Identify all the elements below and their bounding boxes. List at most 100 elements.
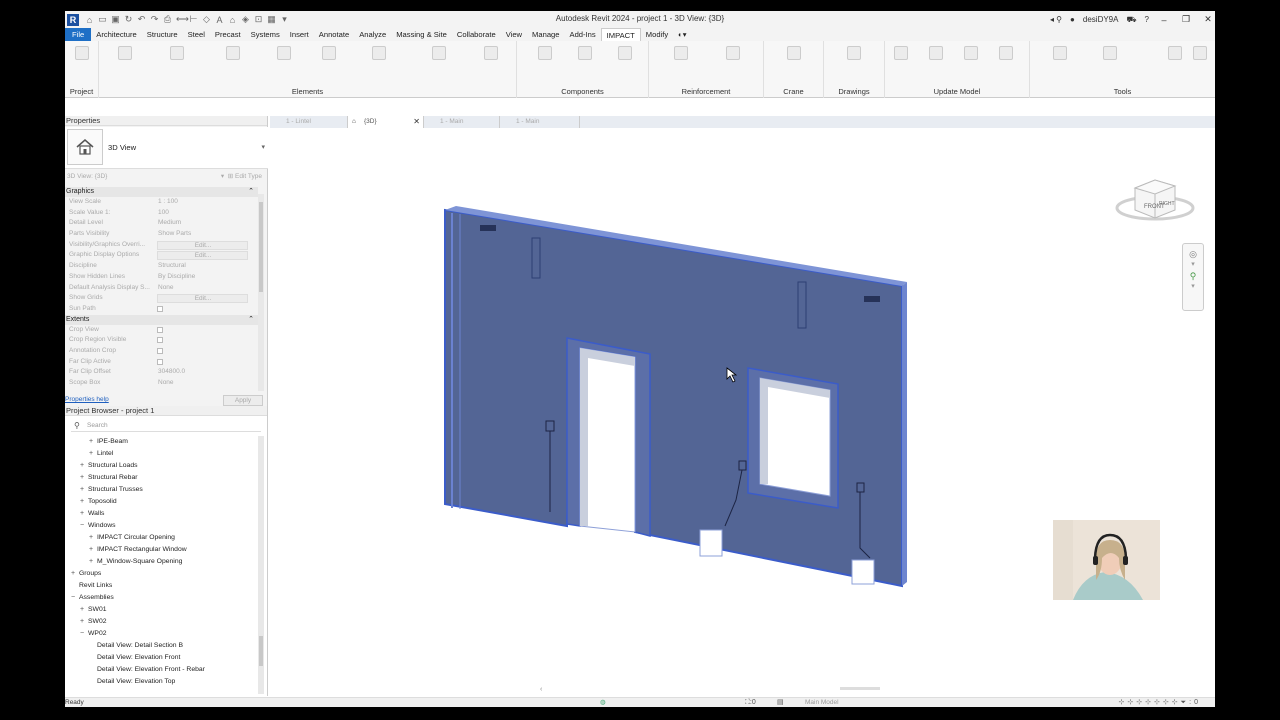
browser-tree-node[interactable]: + Toposolid — [65, 496, 260, 508]
chevron-down-icon[interactable]: ▾ — [261, 143, 265, 151]
tools-tool-button[interactable] — [1090, 46, 1130, 64]
browser-tree-node[interactable]: + IMPACT Rectangular Window — [65, 544, 260, 556]
worksharing-icon[interactable]: ◍ — [600, 698, 606, 707]
binoculars-icon[interactable]: ◂ ⚲ — [1050, 15, 1062, 24]
open-icon[interactable]: ▭ — [98, 14, 107, 25]
view-tab[interactable]: 1 - Lintel — [270, 116, 348, 128]
browser-tree-node[interactable]: + Groups — [65, 568, 260, 580]
property-row[interactable]: View Scale 1 : 100 — [65, 197, 258, 208]
section-extents[interactable]: Extents ⌃ — [65, 314, 258, 325]
tab-massing-site[interactable]: Massing & Site — [391, 28, 452, 41]
browser-tree-node[interactable]: Detail View: Elevation Front - Rebar — [65, 664, 260, 676]
property-row[interactable]: Scope Box None — [65, 378, 258, 389]
tab-collaborate[interactable]: Collaborate — [452, 28, 501, 41]
tab-manage[interactable]: Manage — [527, 28, 564, 41]
dimension-icon[interactable]: ⊢ — [189, 14, 198, 25]
tools-tool-button[interactable] — [1180, 46, 1215, 64]
browser-tree-node[interactable]: + IMPACT Circular Opening — [65, 532, 260, 544]
zoom-icon[interactable]: ⚲ — [1183, 271, 1203, 282]
tab-analyze[interactable]: Analyze — [354, 28, 391, 41]
viewcube[interactable]: FRONT RIGHT — [1110, 168, 1200, 228]
expand-icon[interactable]: + — [78, 460, 86, 472]
tab-insert[interactable]: Insert — [285, 28, 314, 41]
browser-tree-node[interactable]: Detail View: Elevation Top — [65, 676, 260, 688]
expand-icon[interactable]: + — [87, 448, 95, 460]
redo-icon[interactable]: ↷ — [150, 14, 159, 25]
collapse-icon[interactable]: − — [78, 520, 86, 532]
tab-impact[interactable]: IMPACT — [600, 28, 641, 41]
cart-icon[interactable]: ⛟ — [1126, 15, 1136, 25]
edit-button[interactable]: Edit... — [157, 240, 248, 250]
properties-help-link[interactable]: Properties help — [65, 396, 109, 403]
property-row[interactable]: Crop View — [65, 325, 258, 336]
browser-tree-node[interactable]: + Structural Loads — [65, 460, 260, 472]
property-row[interactable]: Show Hidden Lines By Discipline — [65, 272, 258, 283]
update-tool-button[interactable] — [986, 46, 1026, 64]
measure-icon[interactable]: ⟷ — [176, 14, 189, 25]
tab-modify[interactable]: Modify — [641, 28, 673, 41]
tab-add-ins[interactable]: Add-Ins — [565, 28, 601, 41]
element-tool-button[interactable] — [105, 46, 145, 64]
collapse-icon[interactable]: − — [78, 628, 86, 640]
browser-tree-node[interactable]: − Windows — [65, 520, 260, 532]
tab-architecture[interactable]: Architecture — [91, 28, 142, 41]
property-row[interactable]: Parts Visibility Show Parts — [65, 229, 258, 240]
element-tool-button[interactable] — [264, 46, 304, 64]
browser-tree-node[interactable]: + Structural Rebar — [65, 472, 260, 484]
edit-button[interactable]: Edit... — [157, 294, 248, 304]
browser-tree-node[interactable]: Detail View: Elevation Front — [65, 652, 260, 664]
component-tool-button[interactable] — [565, 46, 605, 64]
expand-icon[interactable]: + — [87, 436, 95, 448]
type-selector[interactable]: 3D View ▾ — [65, 127, 268, 169]
properties-scrollbar[interactable] — [258, 194, 264, 391]
steering-wheel-icon[interactable]: ◎ — [1183, 249, 1203, 260]
design-options-icon[interactable]: ▤ — [777, 698, 784, 707]
update-tool-button[interactable] — [951, 46, 991, 64]
selection-filter-icons[interactable]: ⊹⊹⊹⊹⊹⊹⊹⏷:0 — [1119, 698, 1202, 707]
3d-view-icon[interactable]: ⌂ — [228, 15, 237, 25]
chevron-down-icon[interactable]: ▾ — [1183, 282, 1203, 290]
collapse-icon[interactable]: − — [69, 592, 77, 604]
property-row[interactable]: Crop Region Visible — [65, 335, 258, 346]
expand-icon[interactable]: + — [78, 508, 86, 520]
user-name[interactable]: desiDY9A — [1083, 15, 1119, 24]
precast-wall-3d-model[interactable] — [270, 128, 1215, 697]
undo-icon[interactable]: ↶ — [137, 14, 146, 25]
expand-icon[interactable]: + — [87, 556, 95, 568]
expand-icon[interactable]: + — [78, 472, 86, 484]
workset-indicator[interactable]: ⛶:0 — [745, 698, 756, 707]
element-tool-button[interactable] — [309, 46, 349, 64]
tab-annotate[interactable]: Annotate — [314, 28, 354, 41]
section-icon[interactable]: ◈ — [241, 14, 250, 25]
expand-icon[interactable]: + — [78, 496, 86, 508]
property-row[interactable]: Far Clip Offset 304800.0 — [65, 367, 258, 378]
browser-tree-node[interactable]: − Assemblies — [65, 592, 260, 604]
save-icon[interactable]: ▣ — [111, 14, 120, 25]
sync-icon[interactable]: ↻ — [124, 14, 133, 25]
crop-view-checkbox[interactable] — [157, 326, 163, 333]
revit-logo-icon[interactable]: R — [67, 13, 79, 26]
restore-icon[interactable]: ❐ — [1179, 14, 1193, 25]
minimize-icon[interactable]: – — [1157, 15, 1171, 25]
tab-steel[interactable]: Steel — [183, 28, 210, 41]
browser-tree-node[interactable]: + IPE-Beam — [65, 436, 260, 448]
property-row[interactable]: Discipline Structural — [65, 261, 258, 272]
home-icon[interactable]: ⌂ — [85, 15, 94, 25]
close-icon[interactable]: ✕ — [413, 116, 420, 128]
element-tool-button[interactable] — [213, 46, 253, 64]
user-icon[interactable]: ● — [1070, 15, 1075, 24]
property-row[interactable]: Visibility/Graphics Overri... Edit... — [65, 240, 258, 251]
property-row[interactable]: Graphic Display Options Edit... — [65, 250, 258, 261]
browser-tree-node[interactable]: Detail View: Detail Section B — [65, 640, 260, 652]
browser-tree-node[interactable]: + Structural Trusses — [65, 484, 260, 496]
property-row[interactable]: Far Clip Active — [65, 357, 258, 368]
scrollbar-thumb[interactable] — [259, 202, 263, 292]
project-tool-button[interactable] — [65, 46, 102, 64]
update-tool-button[interactable] — [916, 46, 956, 64]
expand-icon[interactable]: + — [78, 616, 86, 628]
section-graphics[interactable]: Graphics ⌃ — [65, 187, 258, 197]
expand-icon[interactable]: + — [78, 604, 86, 616]
help-icon[interactable]: ? — [1145, 15, 1149, 24]
component-tool-button[interactable] — [605, 46, 645, 64]
expand-icon[interactable]: + — [69, 568, 77, 580]
